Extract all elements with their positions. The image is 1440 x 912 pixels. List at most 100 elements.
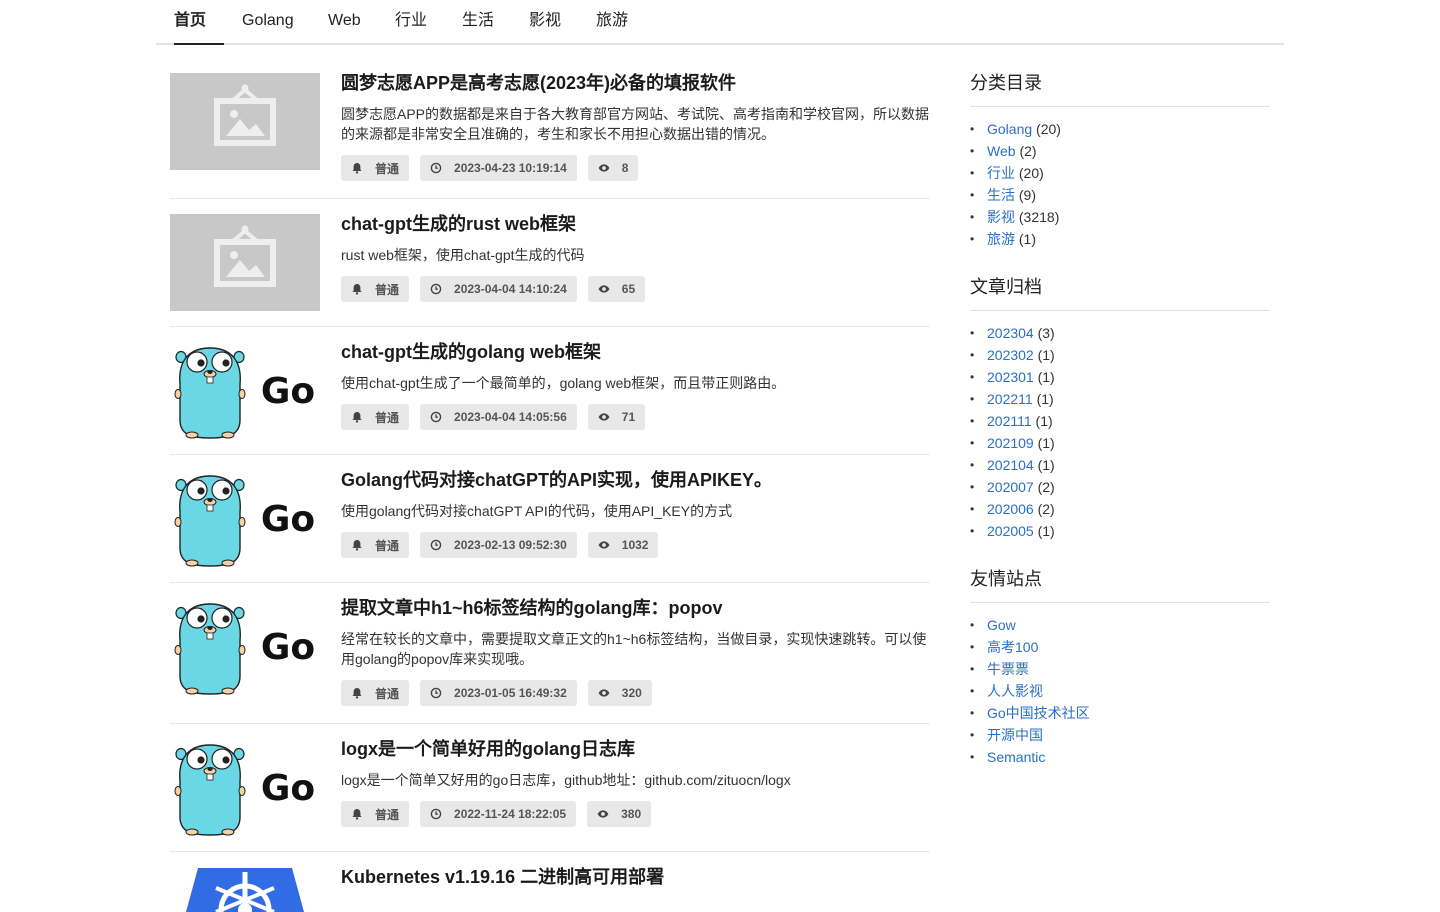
- article-meta: 普通 2022-11-24 18:22:05 380: [341, 801, 931, 827]
- article-thumbnail[interactable]: [170, 214, 320, 311]
- nav-item-life[interactable]: 生活: [462, 0, 494, 45]
- category-count: (3218): [1018, 209, 1060, 225]
- friend-link-niupiaopiao[interactable]: 牛票票: [987, 661, 1029, 677]
- views-count: 320: [621, 686, 642, 700]
- article-title[interactable]: 圆梦志愿APP是高考志愿(2023年)必备的填报软件: [341, 72, 931, 94]
- archives-heading: 文章归档: [970, 274, 1270, 311]
- article-title[interactable]: chat-gpt生成的golang web框架: [341, 341, 931, 363]
- list-item: Gow: [970, 614, 1270, 636]
- category-link-golang[interactable]: Golang: [987, 121, 1032, 137]
- nav-item-travel[interactable]: 旅游: [596, 0, 628, 45]
- article-thumbnail[interactable]: Go: [170, 598, 320, 695]
- go-gopher-logo: Go: [174, 603, 315, 695]
- list-item: 202111 (1): [970, 410, 1270, 432]
- article-thumbnail[interactable]: Go: [170, 470, 320, 567]
- article-title[interactable]: Golang代码对接chatGPT的API实现，使用APIKEY。: [341, 469, 931, 491]
- views-badge: 8: [587, 155, 639, 181]
- nav-item-web[interactable]: Web: [328, 0, 361, 45]
- archive-link[interactable]: 202005: [987, 523, 1034, 539]
- category-count: (1): [1018, 231, 1037, 247]
- archive-link[interactable]: 202109: [987, 435, 1034, 451]
- list-item: Web (2): [970, 140, 1270, 162]
- level-badge: 普通: [341, 404, 410, 430]
- list-item: 202005 (1): [970, 520, 1270, 542]
- bell-icon: [352, 412, 362, 423]
- archive-link[interactable]: 202304: [987, 325, 1034, 341]
- eye-icon: [597, 810, 609, 818]
- go-logo-text: Go: [261, 627, 315, 668]
- level-badge: 普通: [341, 680, 410, 706]
- eye-icon: [598, 541, 610, 549]
- nav-item-home[interactable]: 首页: [174, 0, 224, 45]
- article-item: Kubernetes v1.19.16 二进制高可用部署: [170, 852, 930, 912]
- article-thumbnail[interactable]: [170, 73, 320, 170]
- archive-link[interactable]: 202211: [987, 391, 1033, 407]
- list-item: 行业 (20): [970, 162, 1270, 184]
- friend-link-oschina[interactable]: 开源中国: [987, 727, 1043, 743]
- level-badge: 普通: [341, 801, 410, 827]
- article-content: Kubernetes v1.19.16 二进制高可用部署: [341, 866, 930, 888]
- archive-count: (1): [1037, 457, 1055, 473]
- article-title[interactable]: logx是一个简单好用的golang日志库: [341, 738, 931, 760]
- archive-link[interactable]: 202104: [987, 457, 1034, 473]
- friend-link-gocn[interactable]: Go中国技术社区: [987, 705, 1090, 721]
- friend-link-gaokao100[interactable]: 高考100: [987, 639, 1038, 655]
- level-badge: 普通: [341, 532, 410, 558]
- article-content: chat-gpt生成的golang web框架 使用chat-gpt生成了一个最…: [341, 341, 931, 430]
- article-summary: 经常在较长的文章中，需要提取文章正文的h1~h6标签结构，当做目录，实现快速跳转…: [341, 631, 927, 667]
- article-thumbnail[interactable]: Go: [170, 342, 320, 439]
- category-link-web[interactable]: Web: [987, 143, 1016, 159]
- archives-section: 文章归档 202304 (3) 202302 (1) 202301 (1) 20…: [970, 274, 1270, 542]
- eye-icon: [598, 413, 610, 421]
- bell-icon: [352, 688, 362, 699]
- views-badge: 1032: [587, 532, 659, 558]
- archive-count: (1): [1037, 523, 1055, 539]
- timestamp-text: 2023-04-04 14:05:56: [454, 410, 567, 424]
- nav-item-golang[interactable]: Golang: [242, 0, 294, 45]
- category-count: (20): [1036, 121, 1061, 137]
- friend-link-semantic[interactable]: Semantic: [987, 749, 1045, 765]
- friend-link-renren[interactable]: 人人影视: [987, 683, 1043, 699]
- list-item: 开源中国: [970, 724, 1270, 746]
- archive-count: (2): [1037, 479, 1055, 495]
- article-thumbnail[interactable]: Go: [170, 739, 320, 836]
- views-badge: 65: [587, 276, 646, 302]
- go-gopher-logo: Go: [174, 475, 315, 567]
- clock-icon: [430, 808, 442, 820]
- friend-link-gow[interactable]: Gow: [987, 617, 1016, 633]
- article-title[interactable]: Kubernetes v1.19.16 二进制高可用部署: [341, 866, 930, 888]
- timestamp-text: 2023-04-04 14:10:24: [454, 282, 567, 296]
- level-badge: 普通: [341, 155, 410, 181]
- archive-link[interactable]: 202007: [987, 479, 1034, 495]
- category-link-movies[interactable]: 影视: [987, 209, 1015, 225]
- categories-section: 分类目录 Golang (20) Web (2) 行业 (20) 生活 (9) …: [970, 70, 1270, 250]
- timestamp-text: 2022-11-24 18:22:05: [454, 807, 567, 821]
- article-meta: 普通 2023-04-04 14:10:24 65: [341, 276, 931, 302]
- nav-item-industry[interactable]: 行业: [395, 0, 427, 45]
- archive-link[interactable]: 202301: [987, 369, 1034, 385]
- eye-icon: [598, 285, 610, 293]
- article-content: 圆梦志愿APP是高考志愿(2023年)必备的填报软件 圆梦志愿APP的数据都是来…: [341, 72, 931, 181]
- article-item: Go 提取文章中h1~h6标签结构的golang库：popov 经常在较长的文章…: [170, 583, 930, 724]
- list-item: 旅游 (1): [970, 228, 1270, 250]
- list-item: Semantic: [970, 746, 1270, 768]
- article-thumbnail[interactable]: [170, 866, 320, 912]
- archive-link[interactable]: 202006: [987, 501, 1034, 517]
- category-link-travel[interactable]: 旅游: [987, 231, 1015, 247]
- article-list: 圆梦志愿APP是高考志愿(2023年)必备的填报软件 圆梦志愿APP的数据都是来…: [170, 58, 930, 912]
- archive-count: (1): [1037, 347, 1055, 363]
- go-gopher-logo: Go: [174, 744, 315, 836]
- placeholder-image-icon: [214, 225, 276, 287]
- views-count: 8: [621, 161, 629, 175]
- category-link-life[interactable]: 生活: [987, 187, 1015, 203]
- article-title[interactable]: 提取文章中h1~h6标签结构的golang库：popov: [341, 597, 931, 619]
- list-item: 202006 (2): [970, 498, 1270, 520]
- archive-link[interactable]: 202302: [987, 347, 1034, 363]
- category-link-industry[interactable]: 行业: [987, 165, 1015, 181]
- nav-item-movies[interactable]: 影视: [529, 0, 561, 45]
- category-count: (9): [1018, 187, 1037, 203]
- list-item: 202104 (1): [970, 454, 1270, 476]
- article-title[interactable]: chat-gpt生成的rust web框架: [341, 213, 931, 235]
- article-summary: 圆梦志愿APP的数据都是来自于各大教育部官方网站、考试院、高考指南和学校官网，所…: [341, 106, 930, 142]
- archive-link[interactable]: 202111: [987, 413, 1032, 429]
